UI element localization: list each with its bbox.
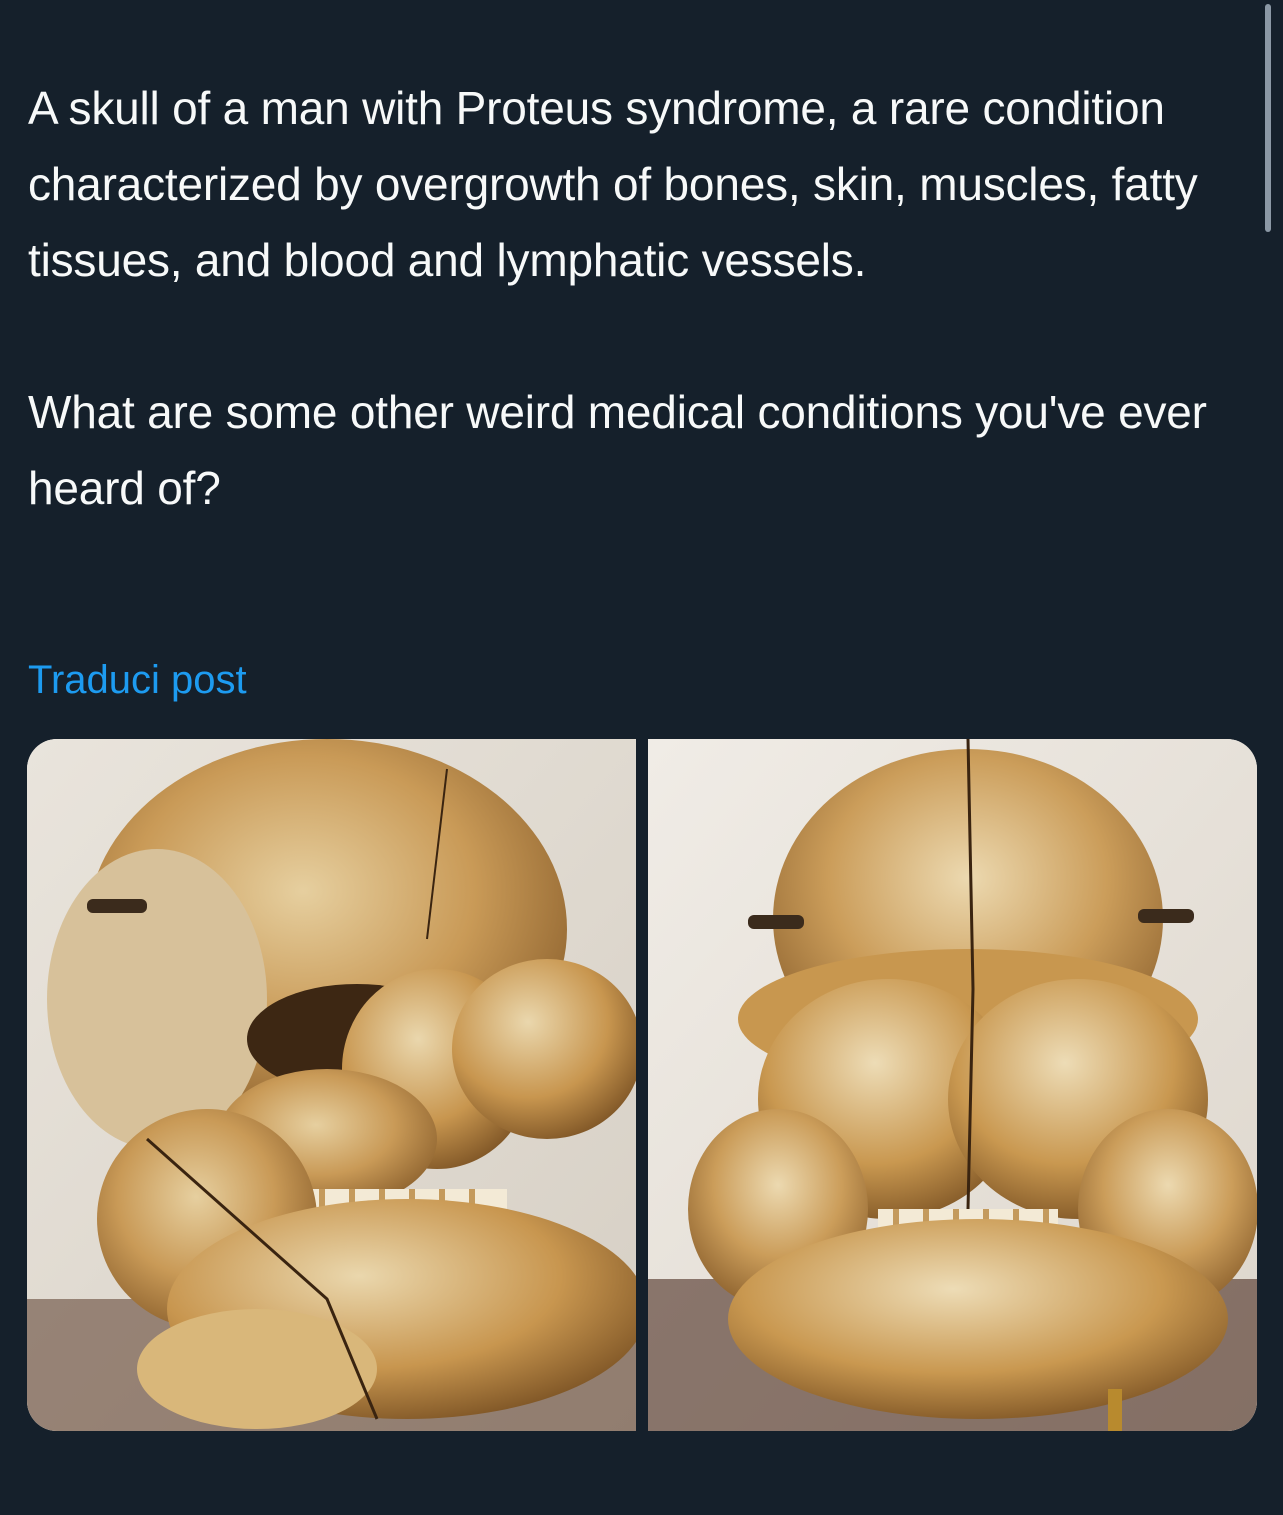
scrollbar[interactable] [1265,4,1271,232]
post-text: A skull of a man with Proteus syndrome, … [28,70,1228,526]
skull-photo-right [648,739,1257,1431]
media-grid [27,739,1257,1431]
post-metadata [28,1500,788,1515]
translate-post-link[interactable]: Traduci post [28,656,247,704]
skull-photo-left [27,739,636,1431]
media-image-skull-right[interactable] [648,739,1257,1431]
post-text-paragraph: What are some other weird medical condit… [28,386,1207,514]
media-image-skull-left[interactable] [27,739,636,1431]
post-text-paragraph: A skull of a man with Proteus syndrome, … [28,82,1198,286]
